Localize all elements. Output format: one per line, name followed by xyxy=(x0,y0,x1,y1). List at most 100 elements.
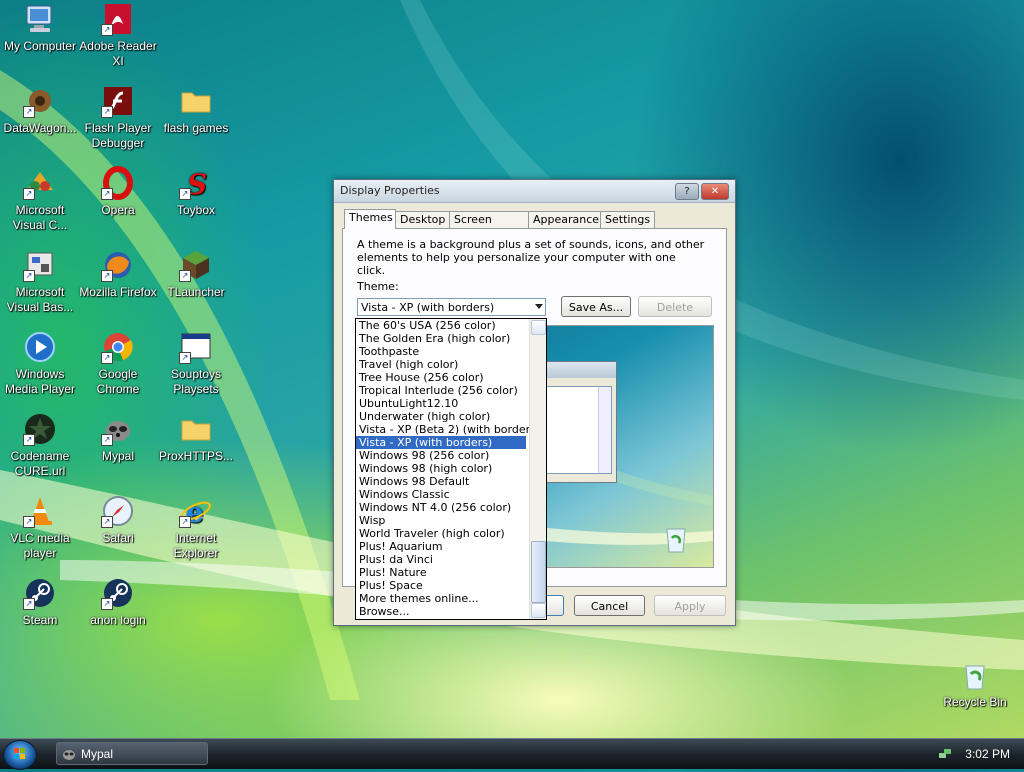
desktop-icon-label: Google Chrome xyxy=(96,367,140,396)
apply-button[interactable]: Apply xyxy=(654,595,726,616)
desktop-icon-datawagon[interactable]: ↗ DataWagon... xyxy=(0,84,80,136)
desktop-icon-microsoft-visual-basic[interactable]: ↗ Microsoft Visual Bas... xyxy=(0,248,80,315)
shortcut-arrow-icon: ↗ xyxy=(179,516,191,528)
desktop-icon-label: Internet Explorer xyxy=(173,531,219,560)
desktop-icon-adobe-reader[interactable]: ↗ Adobe Reader XI xyxy=(78,2,158,69)
desktop-icon-vlc[interactable]: ↗ VLC media player xyxy=(0,494,80,561)
tab-desktop[interactable]: Desktop xyxy=(395,211,450,228)
desktop-icon-opera[interactable]: ↗ Opera xyxy=(78,166,158,218)
dropdown-item[interactable]: Plus! Aquarium xyxy=(356,540,526,553)
dropdown-item[interactable]: Vista - XP (Beta 2) (with borders) xyxy=(356,423,540,436)
shortcut-arrow-icon: ↗ xyxy=(179,270,191,282)
tab-appearance[interactable]: Appearance xyxy=(528,211,602,228)
help-button[interactable]: ? xyxy=(675,183,699,200)
desktop-icon-label: Recycle Bin xyxy=(943,695,1007,709)
desktop-icon-souptoys-playsets[interactable]: ↗ Souptoys Playsets xyxy=(156,330,236,397)
dropdown-item[interactable]: Plus! da Vinci xyxy=(356,553,526,566)
dropdown-item[interactable]: World Traveler (high color) xyxy=(356,527,526,540)
dropdown-item[interactable]: Tropical Interlude (256 color) xyxy=(356,384,526,397)
tab-screen-saver[interactable]: Screen Saver xyxy=(449,211,530,242)
desktop-icon-label: Microsoft Visual C... xyxy=(12,203,68,232)
desktop-icon-internet-explorer[interactable]: e ↗ Internet Explorer xyxy=(156,494,236,561)
dropdown-item[interactable]: Browse... xyxy=(356,605,526,618)
desktop-icon-microsoft-visual-c[interactable]: ↗ Microsoft Visual C... xyxy=(0,166,80,233)
dropdown-item[interactable]: Tree House (256 color) xyxy=(356,371,526,384)
dropdown-items: The 60's USA (256 color) The Golden Era (… xyxy=(356,319,546,618)
shortcut-arrow-icon: ↗ xyxy=(23,598,35,610)
dropdown-item[interactable]: Windows 98 (256 color) xyxy=(356,449,526,462)
dropdown-item[interactable]: More themes online... xyxy=(356,592,526,605)
desktop-icon-label: Mozilla Firefox xyxy=(79,285,157,299)
dropdown-item[interactable]: Toothpaste xyxy=(356,345,526,358)
close-icon: ✕ xyxy=(710,186,720,197)
window-titlebar[interactable]: Display Properties ? ✕ xyxy=(334,180,735,203)
desktop-icon-recycle-bin[interactable]: Recycle Bin xyxy=(935,658,1015,710)
desktop-icon-anon-login[interactable]: ↗ anon login xyxy=(78,576,158,628)
desktop-icon-label: Safari xyxy=(102,531,134,545)
scroll-down-arrow-icon[interactable] xyxy=(531,603,546,618)
dropdown-item[interactable]: Windows 98 Default xyxy=(356,475,526,488)
taskbar-item-label: Mypal xyxy=(81,747,114,761)
scrollbar-thumb[interactable] xyxy=(531,541,546,603)
theme-dropdown-list[interactable]: The 60's USA (256 color) The Golden Era (… xyxy=(355,318,547,620)
desktop-icon-google-chrome[interactable]: ↗ Google Chrome xyxy=(78,330,158,397)
scroll-up-arrow-icon[interactable] xyxy=(531,320,546,335)
shortcut-arrow-icon: ↗ xyxy=(101,598,113,610)
desktop-icon-flash-player-debugger[interactable]: ↗ Flash Player Debugger xyxy=(78,84,158,151)
tab-themes[interactable]: Themes xyxy=(344,209,396,229)
dropdown-item[interactable]: Windows Classic xyxy=(356,488,526,501)
desktop-icon-label: TLauncher xyxy=(167,285,225,299)
desktop-icon-flash-games[interactable]: flash games xyxy=(156,84,236,136)
theme-combobox-value: Vista - XP (with borders) xyxy=(361,301,495,314)
cancel-button[interactable]: Cancel xyxy=(574,595,645,616)
network-icon[interactable] xyxy=(938,747,952,761)
dropdown-item[interactable]: Wisp xyxy=(356,514,526,527)
shortcut-arrow-icon: ↗ xyxy=(101,352,113,364)
desktop-icon-codename-cure[interactable]: ↗ Codename CURE.url xyxy=(0,412,80,479)
desktop-icon-label: Souptoys Playsets xyxy=(170,367,222,396)
dropdown-item[interactable]: Windows NT 4.0 (256 color) xyxy=(356,501,526,514)
save-as-button[interactable]: Save As... xyxy=(561,296,631,317)
desktop-icon-label: Opera xyxy=(101,203,135,217)
shortcut-arrow-icon: ↗ xyxy=(23,106,35,118)
dropdown-item[interactable]: UbuntuLight12.10 xyxy=(356,397,526,410)
theme-combobox[interactable]: Vista - XP (with borders) xyxy=(357,298,546,316)
taskbar-item-mypal[interactable]: Mypal xyxy=(56,742,208,765)
dropdown-item[interactable]: Travel (high color) xyxy=(356,358,526,371)
desktop-icon-toybox[interactable]: S ↗ Toybox xyxy=(156,166,236,218)
shortcut-arrow-icon: ↗ xyxy=(101,516,113,528)
desktop-icon-mozilla-firefox[interactable]: ↗ Mozilla Firefox xyxy=(78,248,158,300)
dropdown-item[interactable]: Plus! Space xyxy=(356,579,526,592)
folder-icon xyxy=(181,420,211,441)
dropdown-item[interactable]: Plus! Nature xyxy=(356,566,526,579)
dropdown-item[interactable]: Vista - XP (with borders) xyxy=(356,436,526,449)
desktop-icon-steam[interactable]: ↗ Steam xyxy=(0,576,80,628)
close-button[interactable]: ✕ xyxy=(701,183,729,200)
shortcut-arrow-icon: ↗ xyxy=(101,106,113,118)
shortcut-arrow-icon: ↗ xyxy=(101,188,113,200)
desktop-icon-safari[interactable]: ↗ Safari xyxy=(78,494,158,546)
dropdown-item[interactable]: The 60's USA (256 color) xyxy=(356,319,526,332)
media-player-icon xyxy=(25,332,55,362)
dropdown-scrollbar[interactable] xyxy=(529,319,546,619)
system-tray: 3:02 PM xyxy=(932,739,1024,769)
raccoon-icon xyxy=(63,750,75,760)
start-button[interactable] xyxy=(3,740,37,770)
tab-settings[interactable]: Settings xyxy=(600,211,655,228)
desktop-icon-tlauncher[interactable]: ↗ TLauncher xyxy=(156,248,236,300)
delete-button[interactable]: Delete xyxy=(638,296,712,317)
shortcut-arrow-icon: ↗ xyxy=(23,434,35,446)
chevron-down-icon[interactable] xyxy=(535,304,543,309)
desktop-icon-label: My Computer xyxy=(3,39,77,53)
desktop-icon-my-computer[interactable]: My Computer xyxy=(0,2,80,54)
dropdown-item[interactable]: Windows 98 (high color) xyxy=(356,462,526,475)
desktop-icon-label: Windows Media Player xyxy=(4,367,76,396)
desktop-icon-label: Codename CURE.url xyxy=(10,449,70,478)
dropdown-item[interactable]: The Golden Era (high color) xyxy=(356,332,526,345)
desktop-icon-label: Steam xyxy=(22,613,58,627)
desktop-icon-windows-media-player[interactable]: Windows Media Player xyxy=(0,330,80,397)
desktop-icon-proxhttps[interactable]: ProxHTTPS... xyxy=(156,412,236,464)
dropdown-item[interactable]: Underwater (high color) xyxy=(356,410,526,423)
clock[interactable]: 3:02 PM xyxy=(965,747,1010,761)
desktop-icon-mypal[interactable]: ↗ Mypal xyxy=(78,412,158,464)
